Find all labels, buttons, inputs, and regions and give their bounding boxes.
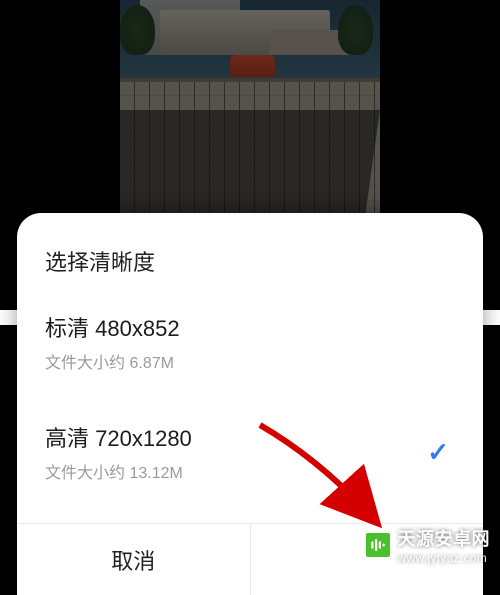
video-thumbnail [120, 0, 380, 230]
bg-decoration [0, 310, 18, 325]
watermark-logo-icon [364, 531, 392, 559]
watermark-title: 天源安卓网 [398, 525, 491, 551]
option-size: 文件大小约 13.12M [45, 459, 192, 483]
option-label: 标清 480x852 [45, 311, 180, 343]
options-list: 标清 480x852 文件大小约 6.87M 高清 720x1280 文件大小约… [17, 299, 483, 523]
option-hd[interactable]: 高清 720x1280 文件大小约 13.12M ✓ [17, 409, 483, 497]
bg-decoration [482, 310, 500, 325]
cancel-button[interactable]: 取消 [17, 524, 251, 595]
watermark: 天源安卓网 www.jytyaz.com [364, 525, 491, 565]
sheet-title: 选择清晰度 [17, 213, 483, 299]
option-size: 文件大小约 6.87M [45, 349, 180, 373]
check-icon: ✓ [427, 437, 449, 468]
option-sd[interactable]: 标清 480x852 文件大小约 6.87M [17, 299, 483, 387]
watermark-url: www.jytyaz.com [398, 551, 491, 565]
option-label: 高清 720x1280 [45, 421, 192, 453]
